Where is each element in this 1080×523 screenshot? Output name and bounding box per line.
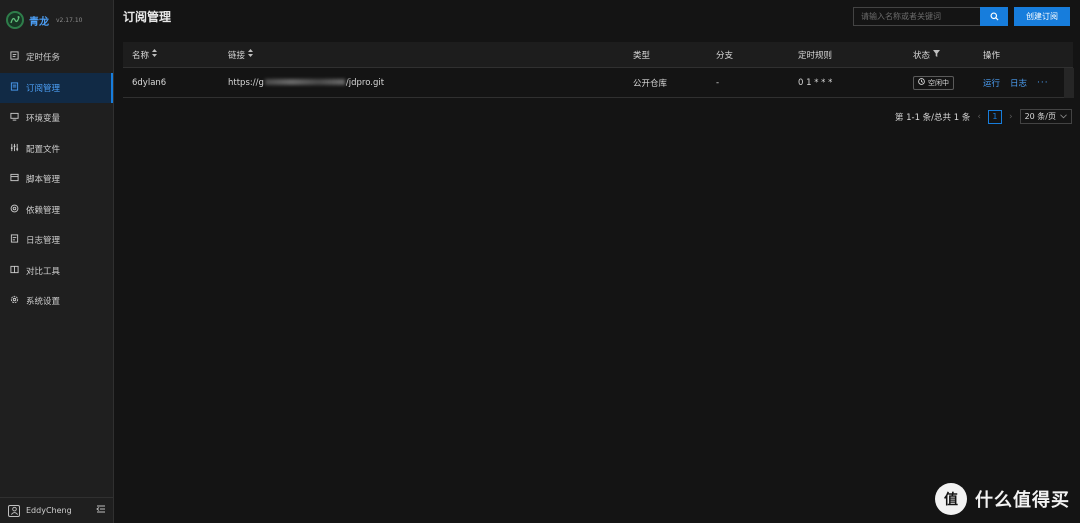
sidebar-item-logs[interactable]: 日志管理	[0, 225, 113, 256]
column-label: 定时规则	[798, 50, 833, 61]
sidebar-item-label: 定时任务	[26, 53, 61, 64]
cell-schedule: 0 1 * * *	[798, 77, 833, 88]
column-label: 链接	[228, 50, 246, 61]
sidebar-item-label: 系统设置	[26, 297, 61, 308]
column-header-type: 类型	[633, 49, 650, 61]
sort-icon[interactable]	[248, 49, 254, 60]
subscription-table: 名称 链接 类型 分支 定时规则 状态 操作 6dylan6 https://g…	[123, 42, 1074, 98]
column-label: 类型	[633, 50, 651, 61]
diff-icon	[10, 265, 19, 277]
table-header: 名称 链接 类型 分支 定时规则 状态 操作	[123, 42, 1073, 68]
brand: 青龙 v2.17.10	[0, 0, 113, 40]
user-name[interactable]: EddyCheng	[26, 506, 90, 515]
sidebar: 青龙 v2.17.10 定时任务 订阅管理 环境变量 配置文件 脚本管理 依赖管…	[0, 0, 114, 523]
column-header-status[interactable]: 状态	[913, 49, 941, 61]
filter-icon[interactable]	[933, 49, 941, 60]
sidebar-item-config[interactable]: 配置文件	[0, 134, 113, 165]
brand-name: 青龙	[29, 16, 49, 28]
sidebar-item-label: 日志管理	[26, 236, 61, 247]
page-number[interactable]: 1	[987, 109, 1002, 124]
watermark: 值 什么值得买	[935, 483, 1070, 515]
pagination: 第 1-1 条/总共 1 条 ‹ 1 › 20 条/页	[895, 109, 1072, 124]
menu-collapse-icon[interactable]	[96, 504, 106, 517]
pagination-total: 第 1-1 条/总共 1 条	[894, 112, 971, 123]
sidebar-item-label: 配置文件	[26, 144, 61, 155]
status-badge: 空闲中	[913, 75, 954, 90]
main-content: 订阅管理 创建订阅 名称 链接 类型 分支 定时规则	[115, 0, 1080, 523]
control-icon	[10, 143, 19, 155]
sidebar-item-diff[interactable]: 对比工具	[0, 256, 113, 287]
cell-branch: -	[716, 77, 720, 88]
user-bar: EddyCheng	[0, 497, 114, 523]
page-size-value: 20 条/页	[1024, 112, 1056, 121]
page-header: 订阅管理 创建订阅	[115, 0, 1080, 32]
subscription-icon	[10, 82, 19, 94]
column-label: 操作	[983, 50, 1001, 61]
search-button[interactable]	[980, 6, 1008, 26]
table-row: 6dylan6 https://g/jdpro.git 公开仓库 - 0 1 *…	[123, 68, 1074, 98]
header-actions: 创建订阅	[853, 6, 1070, 26]
sidebar-item-label: 脚本管理	[26, 175, 61, 186]
sidebar-item-env[interactable]: 环境变量	[0, 103, 113, 134]
log-button[interactable]: 日志	[1010, 77, 1027, 89]
log-icon	[10, 234, 19, 246]
dependency-icon	[10, 204, 19, 216]
user-avatar-icon[interactable]	[8, 504, 20, 517]
column-label: 分支	[716, 50, 734, 61]
qinglong-logo-icon	[6, 11, 24, 29]
prev-page-icon[interactable]: ‹	[977, 112, 981, 122]
search-input[interactable]	[853, 6, 980, 26]
status-text: 空闲中	[928, 78, 949, 87]
sidebar-item-label: 对比工具	[26, 266, 61, 277]
sidebar-item-label: 环境变量	[26, 114, 61, 125]
cell-type: 公开仓库	[633, 78, 668, 89]
page-size-select[interactable]: 20 条/页	[1019, 109, 1072, 124]
table-scrollbar[interactable]	[1064, 68, 1074, 98]
sidebar-item-scripts[interactable]: 脚本管理	[0, 164, 113, 195]
sort-icon[interactable]	[152, 49, 158, 60]
column-label: 状态	[913, 50, 931, 61]
sidebar-item-subscription[interactable]: 订阅管理	[0, 72, 113, 103]
cell-link: https://g/jdpro.git	[228, 78, 384, 88]
page-title: 订阅管理	[123, 9, 172, 24]
sidebar-item-cron[interactable]: 定时任务	[0, 42, 113, 73]
watermark-text: 什么值得买	[975, 490, 1070, 511]
column-label: 名称	[132, 50, 150, 61]
sidebar-item-label: 订阅管理	[26, 83, 61, 94]
cell-status: 空闲中	[913, 75, 954, 90]
create-subscription-button[interactable]: 创建订阅	[1014, 6, 1070, 26]
folder-icon	[10, 173, 19, 185]
svg-text:值: 值	[944, 491, 958, 508]
link-suffix: /jdpro.git	[345, 77, 385, 88]
chevron-down-icon	[1060, 112, 1067, 121]
search-icon	[989, 9, 999, 24]
more-actions-button[interactable]: ···	[1037, 78, 1049, 88]
schedule-icon	[10, 51, 19, 63]
brand-version: v2.17.10	[56, 16, 83, 24]
cell-name: 6dylan6	[132, 77, 167, 88]
smzdm-logo-icon: 值	[935, 483, 967, 515]
column-header-link[interactable]: 链接	[228, 49, 254, 61]
redacted-mask	[264, 79, 345, 85]
search-group	[853, 6, 1008, 26]
desktop-icon	[10, 112, 19, 124]
run-button[interactable]: 运行	[983, 77, 1000, 89]
sidebar-item-dependencies[interactable]: 依赖管理	[0, 195, 113, 226]
column-header-schedule: 定时规则	[798, 49, 832, 61]
setting-icon	[10, 295, 19, 307]
sidebar-menu: 定时任务 订阅管理 环境变量 配置文件 脚本管理 依赖管理 日志管理 对比工具	[0, 42, 113, 317]
clock-icon	[918, 78, 925, 87]
column-header-name[interactable]: 名称	[132, 49, 158, 61]
cell-actions: 运行 日志 ···	[983, 77, 1049, 89]
sidebar-item-settings[interactable]: 系统设置	[0, 286, 113, 317]
next-page-icon[interactable]: ›	[1009, 112, 1013, 122]
column-header-branch: 分支	[716, 49, 733, 61]
column-header-actions: 操作	[983, 49, 1000, 61]
link-prefix: https://g	[228, 77, 264, 88]
sidebar-item-label: 依赖管理	[26, 205, 61, 216]
